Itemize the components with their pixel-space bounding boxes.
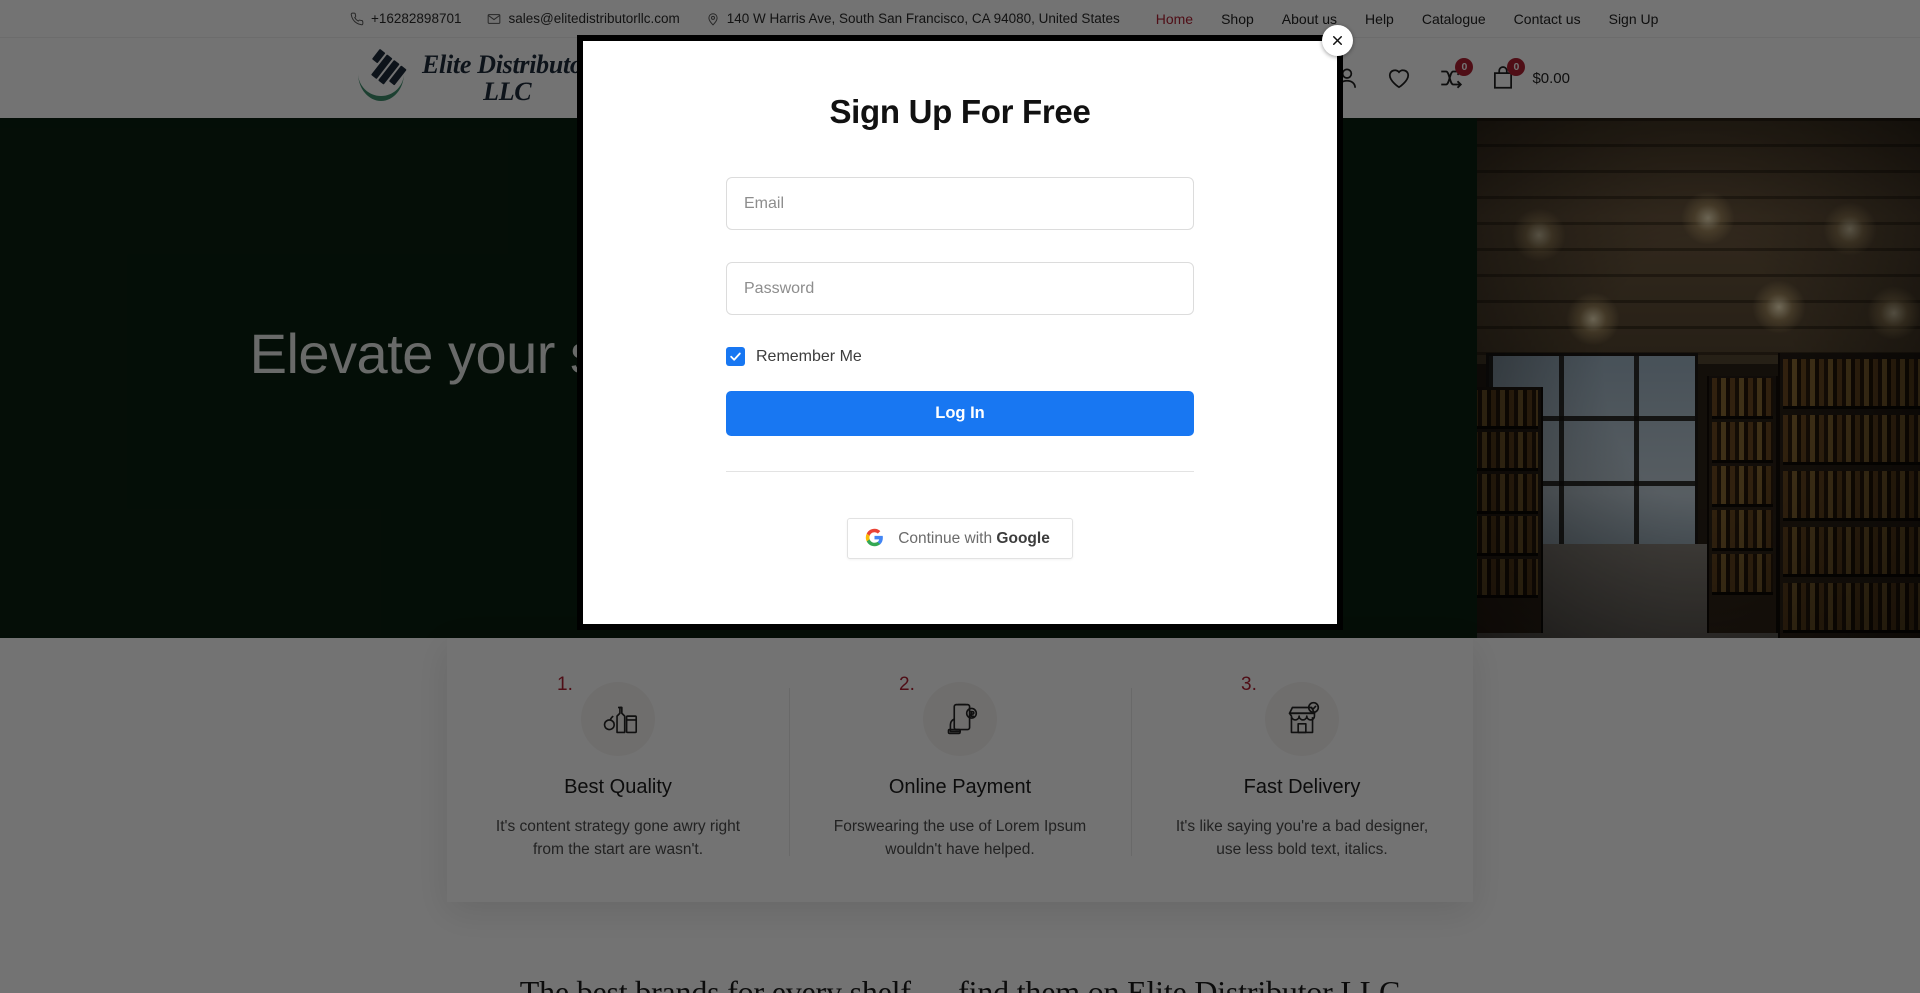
signup-modal: Sign Up For Free Remember Me Log In	[583, 25, 1353, 624]
continue-with-google-button[interactable]: Continue with Google	[847, 518, 1073, 559]
google-g-icon	[865, 528, 884, 550]
remember-me-label[interactable]: Remember Me	[756, 348, 862, 366]
google-button-label: Continue with Google	[898, 530, 1050, 548]
log-in-button[interactable]: Log In	[726, 391, 1194, 436]
google-button-prefix: Continue with	[898, 529, 997, 547]
email-input[interactable]	[726, 177, 1194, 230]
remember-me-row: Remember Me	[726, 347, 1194, 366]
password-input[interactable]	[726, 262, 1194, 315]
modal-divider	[726, 471, 1194, 472]
remember-me-checkbox[interactable]	[726, 347, 745, 366]
modal-body: Sign Up For Free Remember Me Log In	[583, 41, 1337, 624]
close-icon[interactable]	[1322, 25, 1353, 56]
google-button-brand: Google	[996, 529, 1050, 547]
modal-title: Sign Up For Free	[829, 93, 1091, 130]
